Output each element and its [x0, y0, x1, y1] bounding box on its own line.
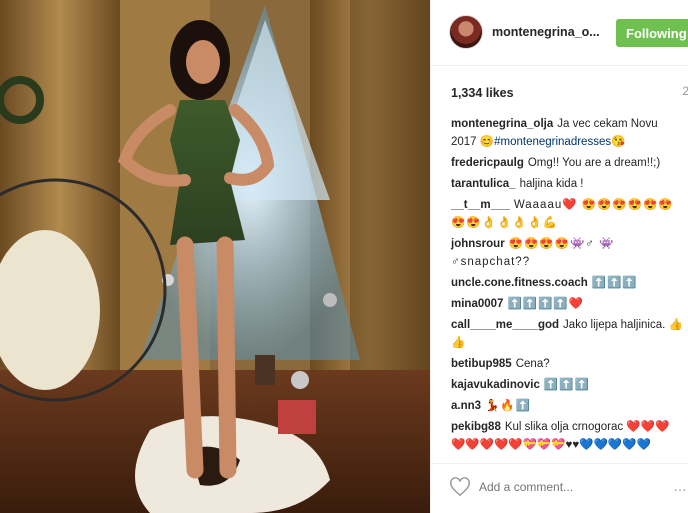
comment-username[interactable]: johnsrour: [451, 238, 505, 250]
comment-username[interactable]: call____me____god: [451, 319, 559, 331]
comment: fredericpaulg Omg!! You are a dream!!;): [451, 154, 683, 172]
add-comment-input[interactable]: [479, 477, 659, 497]
photo-illustration: [0, 0, 430, 513]
comment: johnsrour 😍😍😍😍👾♂ 👾♂snapchat??: [451, 235, 683, 271]
comment: a.nn3 💃🔥⬆️: [451, 397, 683, 415]
comment: pekibg88 Kul slika olja crnogorac ❤️❤️❤️❤…: [451, 418, 683, 454]
comment-text: ⬆️⬆️⬆️: [543, 379, 590, 391]
comment-username[interactable]: __t__m___: [451, 199, 510, 211]
comment-footer: …: [431, 463, 688, 513]
comment-text: ⬆️⬆️⬆️: [591, 277, 638, 289]
comment-text: Omg!! You are a dream!!;): [527, 157, 661, 169]
comment-text: ⬆️⬆️⬆️⬆️❤️: [507, 298, 585, 310]
post-header: montenegrina_o... Following: [431, 0, 688, 66]
author-username[interactable]: montenegrina_o...: [492, 25, 604, 39]
comment-username[interactable]: uncle.cone.fitness.coach: [451, 277, 588, 289]
comment: kajavukadinovic ⬆️⬆️⬆️: [451, 376, 683, 394]
post-sidebar: montenegrina_o... Following 1,334 likes …: [430, 0, 688, 513]
comment-username[interactable]: montenegrina_olja: [451, 118, 553, 130]
comment-username[interactable]: mina0007: [451, 298, 503, 310]
avatar[interactable]: [449, 15, 483, 49]
comment-username[interactable]: betibup985: [451, 358, 512, 370]
comment-username[interactable]: tarantulica_: [451, 178, 516, 190]
post-time[interactable]: 2: [682, 84, 688, 98]
comment: mina0007 ⬆️⬆️⬆️⬆️❤️: [451, 295, 683, 313]
comment-list: montenegrina_olja Ja vec cekam Novu 2017 …: [451, 115, 683, 457]
comment-username[interactable]: fredericpaulg: [451, 157, 524, 169]
comment: __t__m___ Waaaau❤️ 😍😍😍😍😍😍😍😍👌👌👌👌💪: [451, 196, 683, 232]
comment-text: 💃🔥⬆️: [485, 400, 532, 412]
comment: betibup985 Cena?: [451, 355, 683, 373]
likes-count[interactable]: 1,334 likes: [451, 86, 514, 100]
comment-username[interactable]: kajavukadinovic: [451, 379, 540, 391]
hashtag-link[interactable]: #montenegrinadresses: [494, 136, 611, 148]
following-button[interactable]: Following: [616, 19, 688, 47]
more-options-icon[interactable]: …: [673, 478, 687, 494]
comment-emoji: 😘: [611, 136, 626, 148]
comment-caption: montenegrina_olja Ja vec cekam Novu 2017 …: [451, 115, 683, 151]
comment: uncle.cone.fitness.coach ⬆️⬆️⬆️: [451, 274, 683, 292]
comment-text: Cena?: [515, 358, 550, 370]
comment-username[interactable]: a.nn3: [451, 400, 481, 412]
comment: tarantulica_ haljina kida !: [451, 175, 683, 193]
comment-text: haljina kida !: [519, 178, 584, 190]
post-photo[interactable]: [0, 0, 430, 513]
heart-icon[interactable]: [449, 477, 471, 497]
likes-row: 1,334 likes 2: [451, 84, 688, 102]
comment-username[interactable]: pekibg88: [451, 421, 501, 433]
comment: call____me____god Jako lijepa haljinica. …: [451, 316, 683, 352]
